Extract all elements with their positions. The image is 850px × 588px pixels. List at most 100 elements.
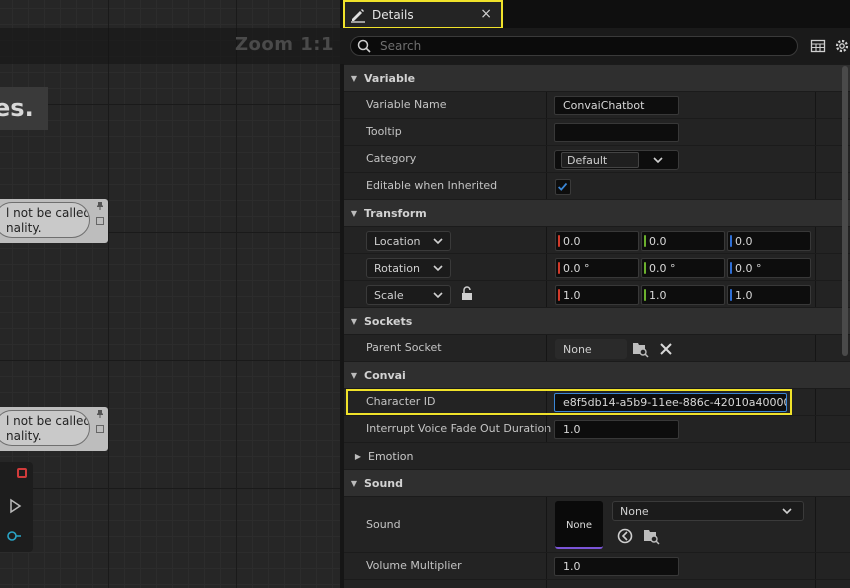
- chevron-down-icon: [433, 292, 443, 299]
- property-row-tooltip: Tooltip: [344, 118, 850, 145]
- section-title: Transform: [364, 206, 427, 220]
- search-toolbar: [340, 28, 850, 64]
- browse-asset-icon[interactable]: [631, 340, 649, 358]
- property-list: ▼ Variable Variable Name ConvaiChatbot T…: [344, 64, 850, 588]
- comment-node[interactable]: es.: [0, 87, 48, 130]
- location-mode-dropdown[interactable]: Location: [366, 231, 451, 251]
- property-row-location: Location 0.0 0.0 0.0: [344, 226, 850, 253]
- category-combo[interactable]: Default: [554, 150, 679, 170]
- section-convai[interactable]: ▼ Convai: [344, 361, 850, 388]
- lock-icon[interactable]: [460, 286, 474, 302]
- stop-icon[interactable]: [17, 468, 27, 478]
- chevron-down-icon[interactable]: [652, 154, 664, 166]
- scale-mode-dropdown[interactable]: Scale: [366, 285, 451, 305]
- warning-node-text: l not be called. nality.: [0, 202, 90, 238]
- dropdown-label: Scale: [374, 289, 404, 302]
- property-label: Category: [366, 152, 417, 165]
- details-panel: Details × ▼ Variable Variable Name Conva…: [340, 0, 850, 588]
- warning-node[interactable]: l not be called. nality.: [0, 199, 108, 243]
- warning-line-1: l not be called.: [6, 206, 90, 220]
- warning-line-2: nality.: [6, 429, 42, 443]
- chevron-down-icon: [433, 238, 443, 245]
- node-collapse-icon[interactable]: [96, 425, 104, 433]
- property-row-parent-socket: Parent Socket None: [344, 334, 850, 361]
- scale-z-field[interactable]: 1.0: [727, 285, 811, 305]
- editable-when-inherited-checkbox[interactable]: [555, 179, 571, 195]
- tab-details[interactable]: Details ×: [343, 0, 503, 29]
- checkmark-icon: [558, 182, 568, 191]
- rotation-mode-dropdown[interactable]: Rotation: [366, 258, 451, 278]
- expand-arrow-icon: ▼: [350, 316, 358, 326]
- expand-arrow-icon: ▼: [350, 370, 358, 380]
- property-row-next: [344, 579, 850, 588]
- property-row-character-id: Character ID e8f5db14-a5b9-11ee-886c-420…: [344, 388, 850, 415]
- pin-icon[interactable]: [95, 201, 105, 211]
- pencil-icon: [351, 8, 365, 23]
- search-box[interactable]: [350, 36, 798, 56]
- location-z-field[interactable]: 0.0: [727, 231, 811, 251]
- location-x-field[interactable]: 0.0: [555, 231, 639, 251]
- section-variable[interactable]: ▼ Variable: [344, 64, 850, 91]
- property-row-category: Category Default: [344, 145, 850, 172]
- close-icon[interactable]: ×: [480, 6, 492, 22]
- section-emotion[interactable]: ▶ Emotion: [344, 442, 850, 469]
- location-y-field[interactable]: 0.0: [641, 231, 725, 251]
- property-label: Volume Multiplier: [366, 559, 462, 572]
- rotation-x-field[interactable]: 0.0 °: [555, 258, 639, 278]
- property-row-variable-name: Variable Name ConvaiChatbot: [344, 91, 850, 118]
- property-label: Sound: [366, 518, 401, 531]
- property-row-volume-multiplier: Volume Multiplier 1.0: [344, 552, 850, 579]
- dropdown-label: None: [620, 505, 649, 518]
- section-sound[interactable]: ▼ Sound: [344, 469, 850, 496]
- use-selected-icon[interactable]: [616, 527, 634, 545]
- sound-asset-picker[interactable]: None: [612, 501, 804, 521]
- expand-arrow-icon: ▼: [350, 478, 358, 488]
- rotation-z-field[interactable]: 0.0 °: [727, 258, 811, 278]
- search-icon: [357, 39, 371, 53]
- category-value: Default: [561, 152, 639, 168]
- section-title: Sound: [364, 476, 404, 490]
- sound-thumbnail[interactable]: None: [555, 501, 603, 549]
- eject-icon[interactable]: [6, 530, 22, 542]
- section-sockets[interactable]: ▼ Sockets: [344, 307, 850, 334]
- node-collapse-icon[interactable]: [96, 217, 104, 225]
- property-label: Editable when Inherited: [366, 179, 498, 192]
- expand-arrow-icon: ▼: [350, 208, 358, 218]
- blueprint-graph[interactable]: Zoom 1:1 es. l not be called. nality. l …: [0, 0, 340, 588]
- section-transform[interactable]: ▼ Transform: [344, 199, 850, 226]
- chevron-down-icon: [782, 508, 792, 515]
- tab-details-label: Details: [372, 7, 414, 22]
- search-input[interactable]: [380, 39, 760, 53]
- expand-arrow-icon: ▶: [354, 451, 362, 461]
- chevron-down-icon: [433, 265, 443, 272]
- scale-x-field[interactable]: 1.0: [555, 285, 639, 305]
- property-row-fade-duration: Interrupt Voice Fade Out Duration 1.0: [344, 415, 850, 442]
- parent-socket-value[interactable]: None: [555, 339, 627, 359]
- character-id-field[interactable]: e8f5db14-a5b9-11ee-886c-42010a40000f: [554, 393, 787, 412]
- property-label: Interrupt Voice Fade Out Duration: [366, 422, 552, 435]
- warning-line-1: l not be called.: [6, 414, 90, 428]
- warning-node[interactable]: l not be called. nality.: [0, 407, 108, 451]
- simulation-toolbar: [0, 462, 33, 552]
- details-scrollbar[interactable]: [842, 66, 848, 356]
- property-label: Tooltip: [366, 125, 402, 138]
- gear-icon[interactable]: [834, 38, 850, 54]
- rotation-y-field[interactable]: 0.0 °: [641, 258, 725, 278]
- unreal-editor-window: Zoom 1:1 es. l not be called. nality. l …: [0, 0, 850, 588]
- property-label: Variable Name: [366, 98, 447, 111]
- section-title: Sockets: [364, 314, 413, 328]
- fade-duration-field[interactable]: 1.0: [554, 420, 679, 439]
- volume-multiplier-field[interactable]: 1.0: [554, 557, 679, 576]
- play-icon[interactable]: [8, 498, 22, 514]
- section-title: Emotion: [368, 449, 414, 463]
- table-view-icon[interactable]: [810, 38, 826, 54]
- variable-name-field[interactable]: ConvaiChatbot: [554, 96, 679, 115]
- tooltip-field[interactable]: [554, 123, 679, 142]
- dropdown-label: Location: [374, 235, 421, 248]
- pin-icon[interactable]: [95, 409, 105, 419]
- property-row-sound: Sound None None: [344, 496, 850, 552]
- browse-asset-icon[interactable]: [642, 527, 660, 545]
- property-row-editable-inherited: Editable when Inherited: [344, 172, 850, 199]
- scale-y-field[interactable]: 1.0: [641, 285, 725, 305]
- clear-icon[interactable]: [657, 340, 675, 358]
